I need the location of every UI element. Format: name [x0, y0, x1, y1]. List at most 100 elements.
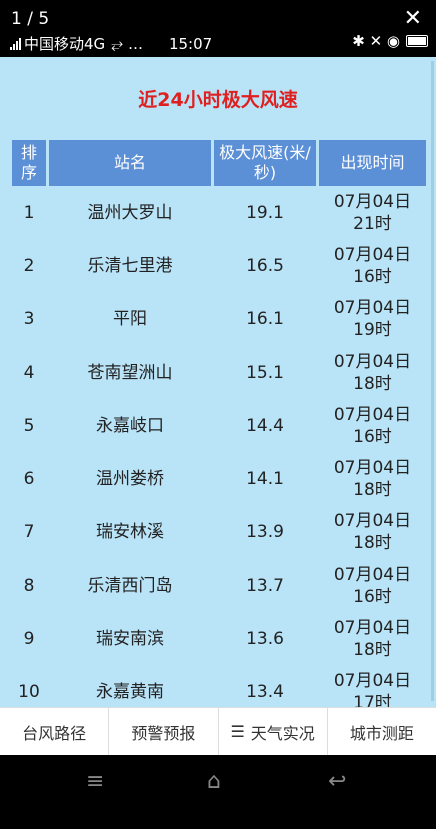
bottom-nav: 台风路径 预警预报 ☰ 天气实况 城市测距: [0, 707, 436, 755]
cell-time-date: 07月04日: [333, 511, 412, 532]
table-row: 1 温州大罗山 19.1 07月04日 21时: [12, 186, 426, 239]
cell-time-date: 07月04日: [333, 298, 412, 319]
table-row: 6 温州娄桥 14.1 07月04日 18时: [12, 452, 426, 505]
cell-speed: 16.1: [246, 309, 284, 330]
cell-speed: 19.1: [246, 202, 284, 223]
cell-station: 瑞安南滨: [96, 629, 164, 650]
close-icon[interactable]: ✕: [404, 8, 422, 30]
cell-time-hour: 18时: [353, 373, 392, 394]
cell-rank: 7: [23, 522, 35, 543]
cell-time: 07月04日 18时: [319, 612, 426, 665]
cell-speed: 14.4: [246, 415, 284, 436]
cell-time-hour: 18时: [353, 533, 392, 554]
cell-station: 苍南望洲山: [87, 362, 173, 383]
cell-time: 07月04日 16时: [319, 399, 426, 452]
cell-station: 永嘉黄南: [96, 682, 164, 703]
carrier-label: 中国移动4G: [24, 35, 106, 53]
table-row: 3 平阳 16.1 07月04日 19时: [12, 293, 426, 346]
status-extra-icons: ⥂ …: [111, 34, 143, 53]
cell-time: 07月04日 19时: [319, 293, 426, 346]
page-title: 近24小时极大风速: [138, 89, 298, 111]
table-row: 4 苍南望洲山 15.1 07月04日 18时: [12, 346, 426, 399]
header-time: 出现时间: [319, 140, 426, 186]
table-row: 9 瑞安南滨 13.6 07月04日 18时: [12, 612, 426, 665]
cell-time-date: 07月04日: [333, 618, 412, 639]
menu-icon: ☰: [230, 722, 245, 741]
header-rank: 排序: [12, 140, 46, 186]
cell-station: 温州大罗山: [87, 202, 173, 223]
cell-station: 永嘉岐口: [96, 415, 164, 436]
nav-city-distance[interactable]: 城市测距: [328, 708, 436, 755]
cell-rank: 6: [23, 469, 35, 490]
nav-warning-forecast[interactable]: 预警预报: [109, 708, 219, 755]
table-row: 10 永嘉黄南 13.4 07月04日 17时: [12, 666, 426, 707]
nav-weather-live-label: 天气实况: [250, 723, 315, 743]
header-speed: 极大风速(米/秒): [214, 140, 316, 186]
header-station: 站名: [49, 140, 211, 186]
menu-button-icon[interactable]: ≡: [86, 769, 104, 794]
cell-time-hour: 17时: [353, 693, 392, 707]
cell-time-date: 07月04日: [333, 244, 412, 265]
cell-time-hour: 16时: [353, 266, 392, 287]
cell-time-hour: 19时: [353, 320, 392, 341]
cell-time-date: 07月04日: [333, 351, 412, 372]
cell-time-date: 07月04日: [333, 671, 412, 692]
cell-time-date: 07月04日: [333, 191, 412, 212]
cell-rank: 9: [23, 629, 35, 650]
header-rank-label: 排序: [20, 143, 37, 182]
cell-time: 07月04日 21时: [319, 186, 426, 239]
status-right: ✱ ✕ ◉: [352, 32, 428, 50]
cell-speed: 14.1: [246, 469, 284, 490]
cell-speed: 16.5: [246, 255, 284, 276]
cell-rank: 5: [23, 415, 35, 436]
cell-time-date: 07月04日: [333, 404, 412, 425]
table-body: 1 温州大罗山 19.1 07月04日 21时 2 乐清七里港 16.5 07月04日 16时 3 平…: [12, 186, 426, 707]
header-speed-label: 极大风速(米/秒): [219, 143, 311, 182]
nav-weather-live[interactable]: ☰ 天气实况: [219, 708, 328, 755]
cell-time-hour: 18时: [353, 640, 392, 661]
cell-station: 乐清西门岛: [87, 575, 173, 596]
back-icon[interactable]: ↩: [328, 769, 346, 794]
cell-time: 07月04日 18时: [319, 346, 426, 399]
table-row: 5 永嘉岐口 14.4 07月04日 16时: [12, 399, 426, 452]
cell-rank: 8: [23, 575, 35, 596]
cell-rank: 1: [23, 202, 35, 223]
cell-time-hour: 16时: [353, 586, 392, 607]
cell-speed: 13.7: [246, 575, 284, 596]
cell-speed: 15.1: [246, 362, 284, 383]
cell-time-date: 07月04日: [333, 564, 412, 585]
cell-station: 乐清七里港: [87, 255, 173, 276]
cell-time-hour: 16时: [353, 426, 392, 447]
cell-station: 平阳: [113, 309, 147, 330]
cell-time-hour: 21时: [353, 213, 392, 234]
table-row: 8 乐清西门岛 13.7 07月04日 16时: [12, 559, 426, 612]
cell-time-hour: 18时: [353, 480, 392, 501]
cell-rank: 3: [23, 309, 35, 330]
home-icon[interactable]: ⌂: [207, 769, 221, 794]
table-header-row: 排序 站名 极大风速(米/秒) 出现时间: [12, 140, 426, 186]
page-counter: 1 / 5: [11, 9, 50, 29]
cell-station: 温州娄桥: [96, 469, 164, 490]
scrollbar[interactable]: [431, 61, 434, 701]
cell-rank: 2: [23, 255, 35, 276]
cell-time: 07月04日 16时: [319, 239, 426, 292]
cell-speed: 13.9: [246, 522, 284, 543]
cell-time: 07月04日 16时: [319, 559, 426, 612]
table-row: 2 乐清七里港 16.5 07月04日 16时: [12, 239, 426, 292]
cell-rank: 10: [18, 682, 40, 703]
cell-time-date: 07月04日: [333, 458, 412, 479]
cell-speed: 13.4: [246, 682, 284, 703]
cell-time: 07月04日 18时: [319, 506, 426, 559]
cell-station: 瑞安林溪: [96, 522, 164, 543]
table-row: 7 瑞安林溪 13.9 07月04日 18时: [12, 506, 426, 559]
status-bar: 1 / 5 ✕ 中国移动4G ⥂ … 15:07 ✱ ✕ ◉: [0, 0, 436, 57]
wind-speed-table: 排序 站名 极大风速(米/秒) 出现时间 1 温州大罗山 19.1 07月04日 21时…: [9, 140, 429, 707]
system-nav-bar: ≡ ⌂ ↩: [0, 755, 436, 829]
nav-typhoon-track[interactable]: 台风路径: [0, 708, 110, 755]
clock: 15:07: [168, 34, 213, 53]
cell-rank: 4: [23, 362, 35, 383]
main-content: 近24小时极大风速 排序 站名 极大风速(米/秒) 出现时间 1 温州大罗山 19.…: [0, 57, 436, 707]
status-left: 中国移动4G ⥂ … 15:07: [10, 33, 212, 54]
signal-icon: [10, 37, 21, 50]
system-status-icons: ✱ ✕ ◉: [352, 32, 400, 50]
